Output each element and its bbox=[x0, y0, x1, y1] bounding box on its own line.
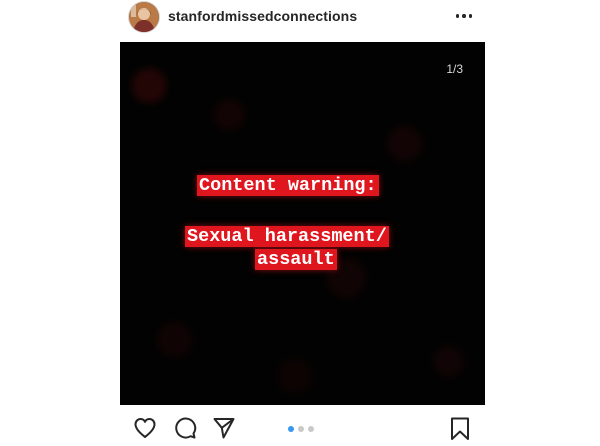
post-action-bar bbox=[0, 410, 600, 441]
more-options-button[interactable] bbox=[452, 6, 476, 26]
bookmark-icon bbox=[451, 417, 469, 440]
share-button[interactable] bbox=[211, 415, 237, 441]
like-button[interactable] bbox=[132, 415, 158, 441]
carousel-dot bbox=[308, 426, 314, 432]
more-horizontal-icon-dot bbox=[468, 14, 473, 18]
save-button[interactable] bbox=[447, 415, 473, 441]
paper-plane-icon bbox=[213, 418, 235, 439]
carousel-dot-active bbox=[288, 426, 294, 432]
carousel-indicator bbox=[288, 426, 314, 432]
post-media[interactable]: 1/3 Content warning: Sexual harassment/ … bbox=[120, 42, 485, 405]
heart-icon bbox=[134, 418, 156, 438]
carousel-dot bbox=[298, 426, 304, 432]
avatar-image bbox=[129, 2, 159, 32]
content-warning-subject-line-2: assault bbox=[255, 249, 337, 270]
avatar[interactable] bbox=[129, 2, 159, 32]
content-warning-subject-line-1: Sexual harassment/ bbox=[185, 226, 389, 247]
page-counter: 1/3 bbox=[446, 62, 463, 76]
comment-button[interactable] bbox=[172, 415, 198, 441]
more-horizontal-icon-dot bbox=[462, 14, 466, 18]
more-horizontal-icon bbox=[455, 14, 460, 18]
post-header: stanfordmissedconnections bbox=[0, 0, 600, 34]
content-warning-title: Content warning: bbox=[197, 175, 379, 196]
comment-bubble-icon bbox=[175, 417, 197, 439]
media-background bbox=[120, 42, 485, 405]
username[interactable]: stanfordmissedconnections bbox=[168, 8, 357, 24]
